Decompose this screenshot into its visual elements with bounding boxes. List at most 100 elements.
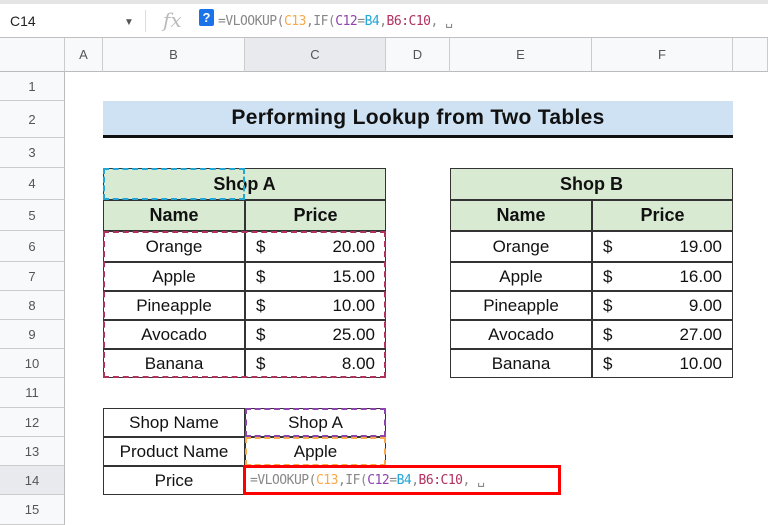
formula-token: , ␣ [430,14,453,29]
shop-title: Shop B [450,168,733,200]
formula-token: , ␣ [462,472,485,488]
formula-bar: C14 ▼ fx ? =VLOOKUP(C13,IF(C12=B4,B6:C10… [0,0,768,38]
row-header[interactable]: 14 [0,466,65,495]
formula-token: = [357,14,365,29]
product-name[interactable]: Apple [103,262,245,291]
lookup-label: Shop Name [103,408,245,437]
formula-token: =VLOOKUP( [218,14,284,29]
currency-symbol: $ [603,353,613,373]
lookup-label: Product Name [103,437,245,466]
currency-symbol: $ [256,324,266,344]
row-header[interactable]: 7 [0,262,65,291]
chevron-down-icon[interactable]: ▼ [124,17,134,28]
formula-token: , [411,472,419,488]
column-label: Name [450,200,592,231]
formula-token: ,IF( [337,472,368,488]
product-name[interactable]: Avocado [103,320,245,349]
formula-token: ,IF( [305,14,336,29]
formula-token: B6:C10 [418,472,463,488]
column-header[interactable]: F [592,38,733,72]
column-header[interactable]: B [103,38,245,72]
currency-symbol: $ [256,353,266,373]
row-header[interactable]: 12 [0,408,65,437]
product-price[interactable]: $15.00 [245,262,386,291]
product-name[interactable]: Orange [103,231,245,262]
column-header[interactable]: A [65,38,103,72]
product-name[interactable]: Orange [450,231,592,262]
row-header[interactable]: 6 [0,231,65,262]
active-cell-editor[interactable]: =VLOOKUP(C13,IF(C12=B4,B6:C10, ␣ [243,465,561,495]
formula-token: =VLOOKUP( [250,472,316,488]
price-value: 19.00 [679,236,722,256]
price-value: 10.00 [679,353,722,373]
shop-title: Shop A [103,168,386,200]
product-name[interactable]: Pineapple [103,291,245,320]
column-label: Price [592,200,733,231]
price-value: 9.00 [688,295,722,315]
product-price[interactable]: $16.00 [592,262,733,291]
product-name[interactable]: Banana [450,349,592,378]
divider [145,10,146,32]
product-price[interactable]: $20.00 [245,231,386,262]
column-header[interactable]: C [245,38,386,72]
row-header[interactable]: 4 [0,168,65,200]
price-value: 25.00 [332,324,375,344]
column-header[interactable]: E [450,38,592,72]
product-price[interactable]: $10.00 [245,291,386,320]
product-price[interactable]: $10.00 [592,349,733,378]
row-header[interactable]: 9 [0,320,65,349]
row-header[interactable]: 3 [0,138,65,168]
fx-icon: fx [163,8,182,32]
currency-symbol: $ [256,236,266,256]
price-value: 20.00 [332,236,375,256]
column-header[interactable] [733,38,768,72]
product-price[interactable]: $8.00 [245,349,386,378]
formula-token: = [389,472,397,488]
row-header[interactable]: 1 [0,72,65,101]
formula-token: , [379,14,387,29]
lookup-value[interactable]: Apple [245,437,386,466]
currency-symbol: $ [603,324,613,344]
product-name[interactable]: Apple [450,262,592,291]
formula-token: C13 [283,14,306,29]
currency-symbol: $ [256,295,266,315]
column-header[interactable]: D [386,38,450,72]
currency-symbol: $ [603,236,613,256]
price-value: 10.00 [332,295,375,315]
row-header[interactable]: 13 [0,437,65,466]
lookup-label: Price [103,466,245,495]
price-value: 27.00 [679,324,722,344]
product-name[interactable]: Pineapple [450,291,592,320]
lookup-value[interactable]: Shop A [245,408,386,437]
product-name[interactable]: Banana [103,349,245,378]
cell-formula: =VLOOKUP(C13,IF(C12=B4,B6:C10, ␣ [250,473,485,488]
select-all-corner[interactable] [0,38,65,72]
product-price[interactable]: $19.00 [592,231,733,262]
row-header[interactable]: 5 [0,200,65,231]
column-label: Price [245,200,386,231]
row-header[interactable]: 11 [0,378,65,408]
product-price[interactable]: $27.00 [592,320,733,349]
formula-token: C12 [335,14,358,29]
row-header[interactable]: 8 [0,291,65,320]
currency-symbol: $ [603,266,613,286]
row-header[interactable]: 15 [0,495,65,525]
product-price[interactable]: $25.00 [245,320,386,349]
price-value: 15.00 [332,266,375,286]
column-label: Name [103,200,245,231]
formula-token: C12 [367,472,390,488]
name-box[interactable]: C14 [10,13,36,29]
product-price[interactable]: $9.00 [592,291,733,320]
product-name[interactable]: Avocado [450,320,592,349]
currency-symbol: $ [256,266,266,286]
formula-token: B4 [396,472,412,488]
help-icon[interactable]: ? [199,9,214,26]
row-header[interactable]: 2 [0,101,65,138]
formula-token: C13 [315,472,338,488]
formula-input[interactable]: =VLOOKUP(C13,IF(C12=B4,B6:C10, ␣ [218,14,453,29]
currency-symbol: $ [603,295,613,315]
row-header[interactable]: 10 [0,349,65,378]
price-value: 8.00 [341,353,375,373]
formula-token: B4 [364,14,380,29]
price-value: 16.00 [679,266,722,286]
